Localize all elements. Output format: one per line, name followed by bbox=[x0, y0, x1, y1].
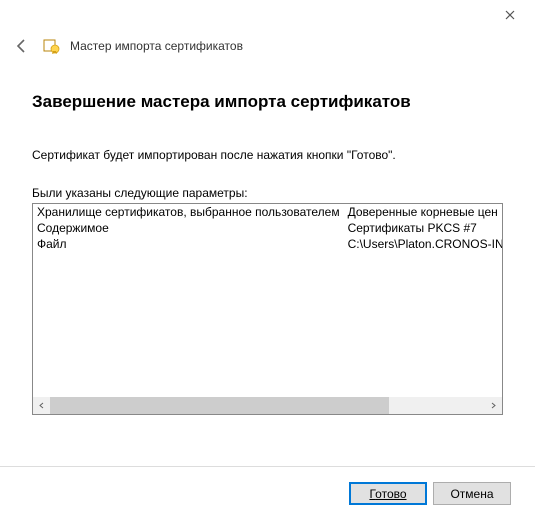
param-name: Хранилище сертификатов, выбранное пользо… bbox=[33, 204, 344, 220]
back-button[interactable] bbox=[12, 36, 32, 56]
scroll-right-arrow[interactable] bbox=[485, 397, 502, 414]
finish-button[interactable]: Готово bbox=[349, 482, 427, 505]
page-heading: Завершение мастера импорта сертификатов bbox=[32, 92, 503, 112]
param-value: C:\Users\Platon.CRONOS-INF bbox=[344, 236, 503, 252]
certificate-wizard-icon bbox=[42, 37, 60, 55]
scroll-thumb[interactable] bbox=[50, 397, 389, 414]
titlebar bbox=[0, 0, 535, 30]
params-listbox: Хранилище сертификатов, выбранное пользо… bbox=[32, 203, 503, 415]
param-name: Файл bbox=[33, 236, 344, 252]
description-text: Сертификат будет импортирован после нажа… bbox=[32, 148, 503, 162]
content-area: Завершение мастера импорта сертификатов … bbox=[0, 72, 535, 415]
divider bbox=[0, 466, 535, 467]
scroll-track[interactable] bbox=[50, 397, 485, 414]
param-name: Содержимое bbox=[33, 220, 344, 236]
close-button[interactable] bbox=[495, 3, 525, 27]
scroll-left-arrow[interactable] bbox=[33, 397, 50, 414]
params-table: Хранилище сертификатов, выбранное пользо… bbox=[33, 204, 503, 252]
wizard-title: Мастер импорта сертификатов bbox=[70, 39, 243, 53]
horizontal-scrollbar[interactable] bbox=[33, 397, 502, 414]
wizard-header: Мастер импорта сертификатов bbox=[0, 30, 535, 72]
params-label: Были указаны следующие параметры: bbox=[32, 186, 503, 200]
table-row[interactable]: Хранилище сертификатов, выбранное пользо… bbox=[33, 204, 503, 220]
param-value: Сертификаты PKCS #7 bbox=[344, 220, 503, 236]
param-value: Доверенные корневые цен bbox=[344, 204, 503, 220]
table-row[interactable]: Файл C:\Users\Platon.CRONOS-INF bbox=[33, 236, 503, 252]
cancel-button[interactable]: Отмена bbox=[433, 482, 511, 505]
table-row[interactable]: Содержимое Сертификаты PKCS #7 bbox=[33, 220, 503, 236]
button-row: Готово Отмена bbox=[349, 482, 511, 505]
